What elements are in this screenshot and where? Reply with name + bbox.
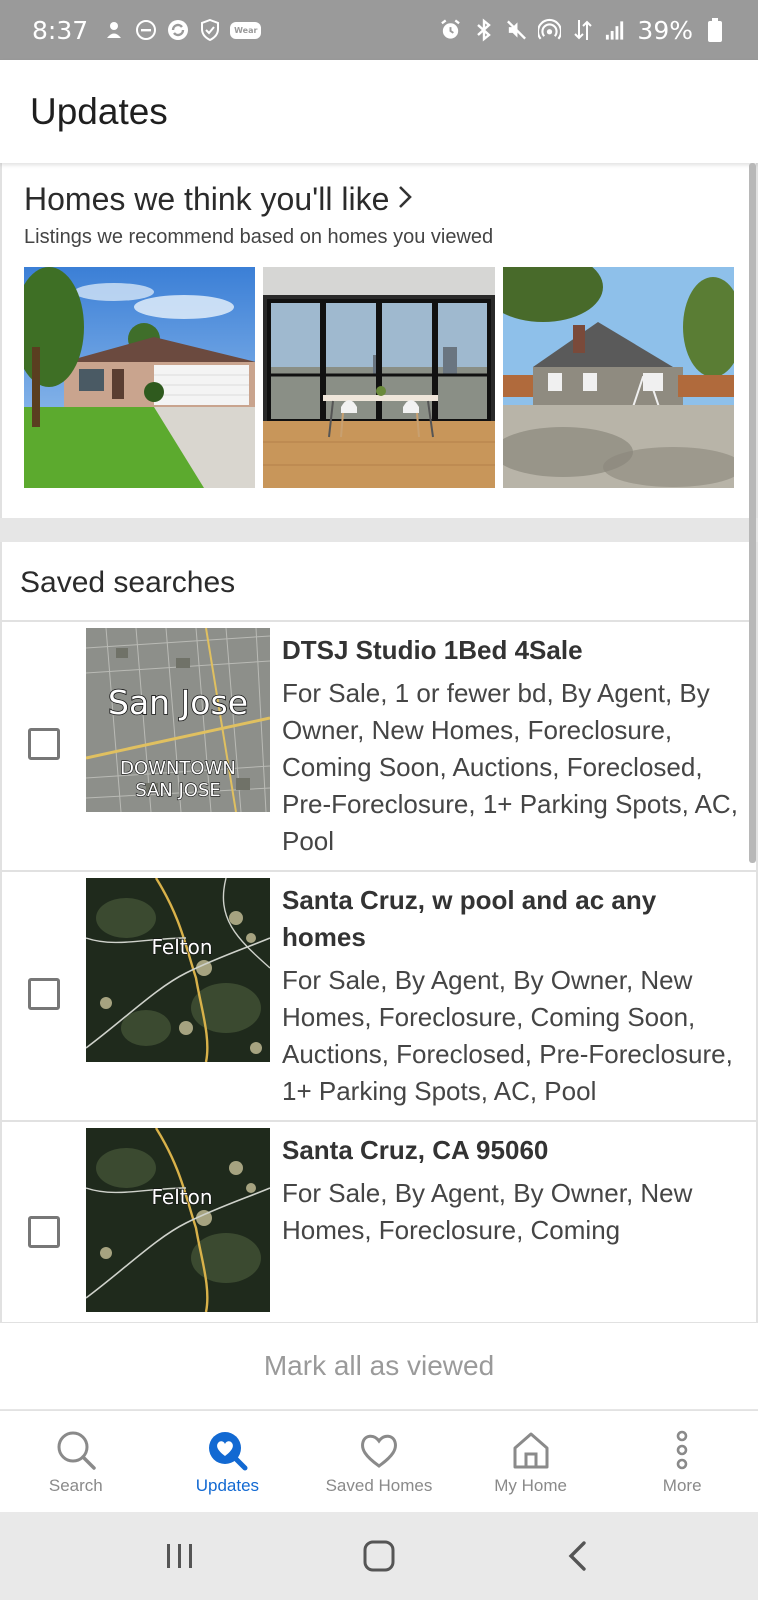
nav-more[interactable]: More [606, 1411, 758, 1512]
map-label-san-jose-sub: SAN JOSE [135, 780, 221, 801]
recommendations-card: Homes we think you'll like Listings we r… [0, 163, 758, 518]
back-icon [568, 1541, 587, 1571]
updates-heart-icon [209, 1431, 248, 1470]
battery-icon [703, 18, 726, 42]
more-vertical-icon [676, 1430, 688, 1469]
status-right-icons: 39% [439, 16, 726, 45]
saved-search-text: Santa Cruz, w pool and ac any homes For … [270, 878, 756, 1110]
nav-my-home[interactable]: My Home [455, 1411, 607, 1512]
alarm-icon [439, 19, 462, 42]
house-icon [513, 1432, 549, 1468]
mark-all-bar: Mark all as viewed [0, 1323, 758, 1410]
felton-map-thumbnail[interactable]: Felton [86, 878, 270, 1062]
saved-search-criteria: For Sale, 1 or fewer bd, By Agent, By Ow… [282, 678, 738, 856]
scrollbar[interactable] [749, 163, 756, 863]
map-label-felton: Felton [151, 935, 212, 959]
wear-icon: Wear [230, 21, 262, 39]
chevron-right-icon [397, 184, 413, 215]
recommendations-title: Homes we think you'll like [24, 181, 390, 217]
status-bar: 8:37 Wear 39% [0, 0, 758, 60]
nav-updates-label: Updates [195, 1475, 260, 1495]
map-label-felton: Felton [151, 1185, 212, 1209]
saved-search-checkbox[interactable] [28, 1216, 60, 1248]
recent-apps-button[interactable] [160, 1536, 200, 1576]
row-checkbox-cell [2, 1128, 86, 1312]
saved-search-checkbox[interactable] [28, 728, 60, 760]
home-button[interactable] [359, 1536, 399, 1576]
saved-search-text: DTSJ Studio 1Bed 4Sale For Sale, 1 or fe… [270, 628, 756, 860]
battery-percentage: 39% [637, 15, 693, 45]
saved-search-text: Santa Cruz, CA 95060 For Sale, By Agent,… [270, 1128, 756, 1312]
nav-my-home-label: My Home [494, 1475, 567, 1495]
mark-all-viewed-button[interactable]: Mark all as viewed [264, 1350, 494, 1382]
shield-icon [198, 19, 221, 42]
nav-saved-homes-label: Saved Homes [325, 1475, 433, 1495]
felton-map-thumbnail[interactable]: Felton [86, 1128, 270, 1312]
android-nav-bar [0, 1512, 758, 1600]
app-notification-icon [102, 19, 125, 42]
nav-updates[interactable]: Updates [152, 1411, 304, 1512]
mute-icon [505, 19, 528, 42]
row-checkbox-cell [2, 878, 86, 1110]
saved-search-criteria: For Sale, By Agent, By Owner, New Homes,… [282, 1178, 693, 1245]
bluetooth-icon [472, 18, 495, 42]
page-title: Updates [30, 90, 168, 132]
bungalow-photo[interactable] [502, 267, 734, 488]
saved-search-row[interactable]: San Jose DOWNTOWN SAN JOSE DTSJ Studio 1… [2, 622, 756, 872]
saved-search-title: DTSJ Studio 1Bed 4Sale [282, 635, 583, 665]
heart-icon [361, 1434, 397, 1468]
saved-search-checkbox[interactable] [28, 978, 60, 1010]
saved-searches-title: Saved searches [2, 542, 756, 622]
saved-search-title: Santa Cruz, w pool and ac any homes [282, 885, 657, 952]
map-label-downtown: DOWNTOWN [120, 758, 236, 779]
signal-icon [604, 19, 627, 42]
section-divider [0, 518, 758, 542]
saved-search-criteria: For Sale, By Agent, By Owner, New Homes,… [282, 965, 733, 1106]
back-button[interactable] [558, 1536, 598, 1576]
recommendations-link[interactable]: Homes we think you'll like [24, 181, 734, 218]
apartment-window-photo[interactable] [263, 267, 495, 488]
san-jose-map-thumbnail[interactable]: San Jose DOWNTOWN SAN JOSE [86, 628, 270, 812]
suburban-house-photo[interactable] [24, 267, 256, 488]
nav-saved-homes[interactable]: Saved Homes [303, 1411, 455, 1512]
map-label-san-jose: San Jose [108, 683, 248, 722]
sync-icon [166, 19, 189, 42]
recent-apps-icon [166, 1544, 192, 1568]
dnd-icon [134, 19, 157, 42]
nav-search[interactable]: Search [0, 1411, 152, 1512]
updates-feed[interactable]: Homes we think you'll like Listings we r… [0, 163, 758, 1323]
data-icon [571, 19, 594, 42]
saved-search-row[interactable]: Felton Santa Cruz, w pool and ac any hom… [2, 872, 756, 1122]
nav-search-label: Search [48, 1475, 103, 1495]
recommendations-photos [24, 267, 734, 488]
app-header: Updates [0, 60, 758, 163]
status-left-icons: Wear [102, 19, 262, 42]
home-icon [363, 1540, 395, 1572]
bottom-nav: Search Updates Saved Homes My Home More [0, 1410, 758, 1512]
search-icon [57, 1431, 96, 1470]
recommendations-subtitle: Listings we recommend based on homes you… [24, 226, 494, 248]
nav-more-label: More [662, 1475, 702, 1495]
hotspot-icon [538, 19, 562, 42]
status-time: 8:37 [32, 15, 89, 45]
saved-search-title: Santa Cruz, CA 95060 [282, 1135, 549, 1165]
saved-search-row[interactable]: Felton Santa Cruz, CA 95060 For Sale, By… [2, 1122, 756, 1323]
row-checkbox-cell [2, 628, 86, 860]
saved-searches-card: Saved searches San Jose DOWNTOWN SAN JOS… [0, 542, 758, 1323]
